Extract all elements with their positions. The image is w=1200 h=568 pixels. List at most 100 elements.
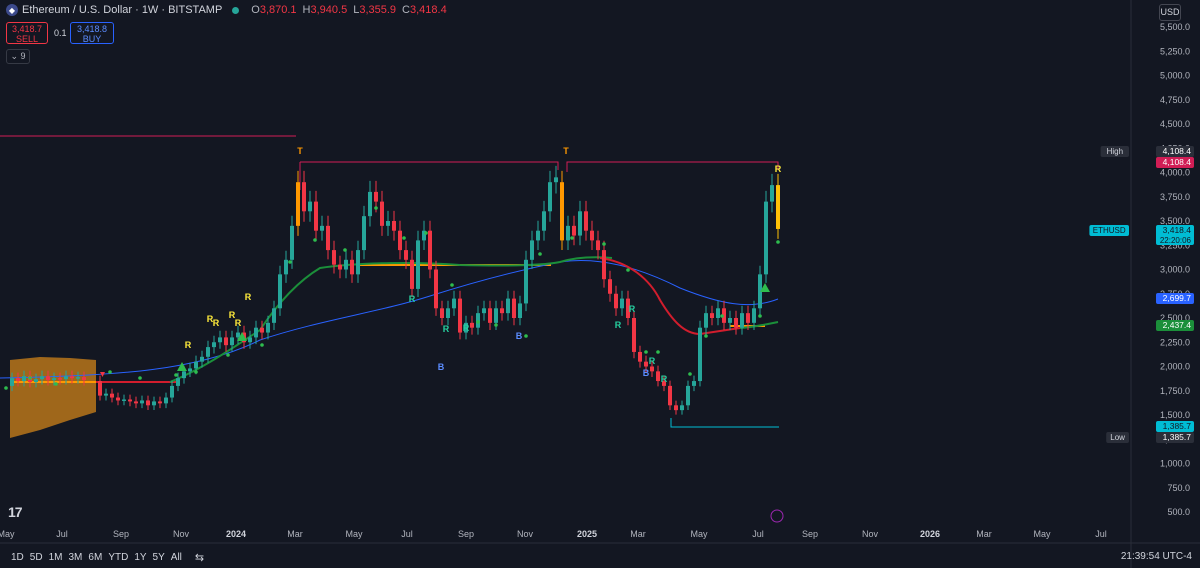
candle-body <box>410 259 414 289</box>
candle-body <box>380 201 384 226</box>
currency-selector[interactable]: USD <box>1159 4 1181 21</box>
candle-body <box>350 259 354 275</box>
candle-body <box>374 191 378 202</box>
price-chart[interactable]: T TRR RRRRRRR R RRRRBBB 5,500.05,250.05,000.… <box>0 0 1200 568</box>
price-tick-label: 4,750.0 <box>1160 95 1190 105</box>
price-badge-value: 3,418.4 <box>1163 225 1192 235</box>
candle-body <box>572 225 576 236</box>
candle-body <box>404 250 408 260</box>
signal-dot <box>602 242 606 246</box>
candle-body <box>302 182 306 212</box>
timeframe-all[interactable]: All <box>168 552 185 563</box>
price-badge-value: 2,699.7 <box>1163 293 1192 303</box>
timeframe-1m[interactable]: 1M <box>46 552 66 563</box>
candle-body <box>608 279 612 294</box>
candle-body <box>770 185 774 202</box>
candle-body <box>740 313 744 328</box>
reversal-marker: R <box>649 356 656 366</box>
timeframe-5y[interactable]: 5Y <box>150 552 168 563</box>
timeframe-ytd[interactable]: YTD <box>105 552 131 563</box>
candle-body <box>128 399 132 402</box>
candle-body <box>158 401 162 404</box>
candle-body <box>518 303 522 318</box>
candle-body <box>686 385 690 406</box>
candle-body <box>296 182 300 226</box>
time-tick-label: Mar <box>976 529 992 539</box>
reversal-marker: R <box>615 320 622 330</box>
reversal-marker: R <box>245 292 252 302</box>
candle-body <box>254 327 258 338</box>
candle-body <box>338 264 342 270</box>
ohlc-high: H3,940.5 <box>302 4 348 16</box>
candle-body <box>716 308 720 318</box>
candle-body <box>692 381 696 386</box>
candle-body <box>314 201 318 231</box>
symbol-title[interactable]: Ethereum / U.S. Dollar · 1W · BITSTAMP <box>22 4 222 16</box>
candle-body <box>70 376 74 379</box>
candle-body <box>16 378 20 382</box>
signal-dot <box>570 236 574 240</box>
candle-body <box>728 318 732 323</box>
price-badge-value: 4,108.4 <box>1163 157 1192 167</box>
signal-dot <box>688 372 692 376</box>
candle-body <box>710 313 714 318</box>
signal-dot <box>174 373 178 377</box>
candle-body <box>146 400 150 406</box>
candle-body <box>152 401 156 406</box>
signal-dot <box>138 376 142 380</box>
timeframe-5d[interactable]: 5D <box>27 552 46 563</box>
buy-label: BUY <box>82 34 102 44</box>
price-tick-label: 1,000.0 <box>1160 459 1190 469</box>
sell-button[interactable]: 3,418.7 SELL <box>6 22 48 44</box>
candle-body <box>308 201 312 212</box>
candle-body <box>566 225 570 241</box>
bottom-marker: B <box>643 368 650 378</box>
calendar-range-icon[interactable]: ⇆ <box>195 551 204 564</box>
timeframe-1y[interactable]: 1Y <box>131 552 149 563</box>
price-tick-label: 5,000.0 <box>1160 71 1190 81</box>
signal-dot <box>343 248 347 252</box>
clock[interactable]: 21:39:54 UTC-4 <box>1121 551 1192 562</box>
time-tick-label: Mar <box>287 529 303 539</box>
candle-body <box>554 177 558 183</box>
signal-dot <box>720 314 724 318</box>
candle-body <box>776 185 780 229</box>
candle-body <box>386 221 390 226</box>
timeframe-6m[interactable]: 6M <box>85 552 105 563</box>
tradingview-logo[interactable]: 17 <box>8 504 23 520</box>
candle-body <box>34 379 38 383</box>
signal-dot <box>704 334 708 338</box>
signal-dot <box>226 353 230 357</box>
candle-body <box>284 259 288 275</box>
candle-body <box>236 332 240 338</box>
buy-button[interactable]: 3,418.8 BUY <box>70 22 114 44</box>
reversal-marker: R <box>629 304 636 314</box>
time-tick-label: Sep <box>113 529 129 539</box>
candle-body <box>560 182 564 241</box>
top-marker: T <box>563 146 569 156</box>
time-tick-label: May <box>1033 529 1051 539</box>
chevron-down-icon: ⌄ <box>10 51 18 61</box>
timeframe-1d[interactable]: 1D <box>8 552 27 563</box>
candle-body <box>278 274 282 309</box>
signal-dot <box>524 334 528 338</box>
signal-dot <box>402 236 406 240</box>
candle-body <box>170 385 174 398</box>
reversal-marker: R <box>235 318 242 328</box>
signal-dot <box>54 382 58 386</box>
reversal-marker: R <box>185 340 192 350</box>
reversal-marker: R <box>443 324 450 334</box>
candle-body <box>458 298 462 333</box>
timeframe-3m[interactable]: 3M <box>66 552 86 563</box>
signal-dot <box>494 323 498 327</box>
candle-body <box>218 337 222 343</box>
price-tick-label: 500.0 <box>1167 507 1190 517</box>
price-tick-label: 1,750.0 <box>1160 386 1190 396</box>
time-tick-label: 2025 <box>577 529 597 539</box>
bottom-marker: B <box>438 362 445 372</box>
candle-body <box>266 322 270 333</box>
candle-body <box>320 225 324 231</box>
time-tick-label: Nov <box>862 529 879 539</box>
price-badge-label: High <box>1107 147 1123 156</box>
indicators-toggle[interactable]: ⌄ 9 <box>6 49 30 64</box>
